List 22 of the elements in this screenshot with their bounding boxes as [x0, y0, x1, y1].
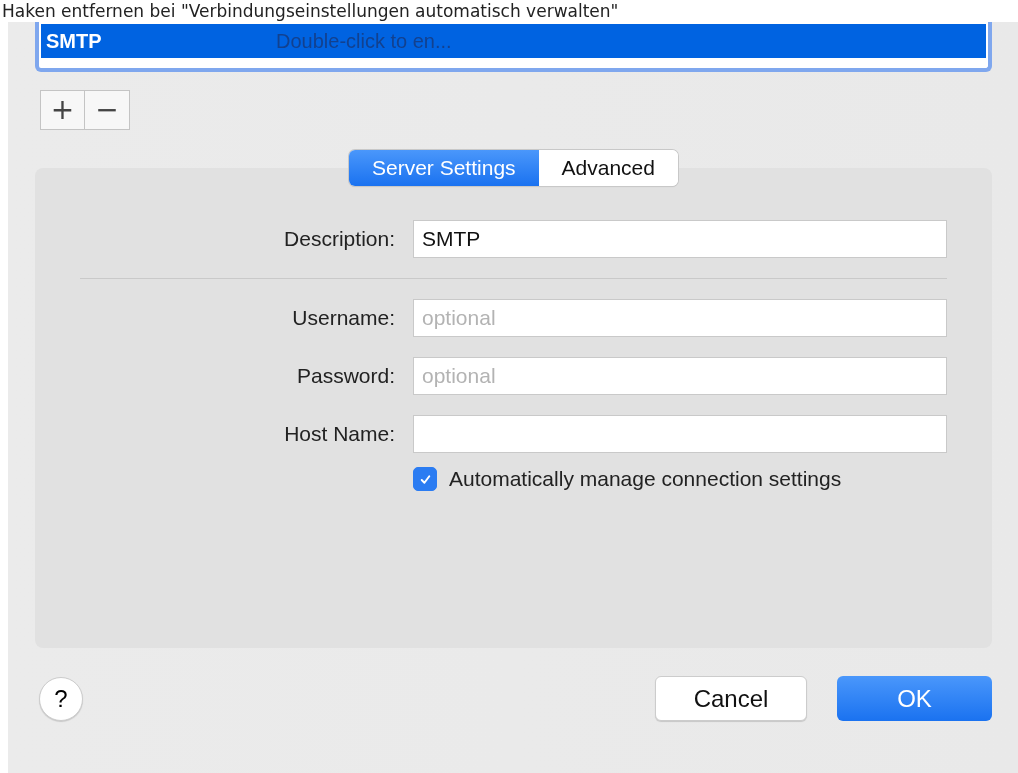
tab[interactable]: Server Settings	[349, 150, 539, 186]
tab[interactable]: Advanced	[538, 150, 678, 186]
input-field[interactable]: optional	[413, 357, 947, 395]
cancel-button[interactable]: Cancel	[655, 676, 807, 721]
server-row[interactable]: SMTP Double-click to en...	[41, 24, 986, 58]
field-label: Host Name:	[283, 422, 395, 446]
remove-button[interactable]: −	[85, 90, 130, 130]
input-field[interactable]: optional	[413, 299, 947, 337]
ok-button[interactable]: OK	[837, 676, 992, 721]
server-name: SMTP	[45, 29, 103, 53]
checkmark-icon	[418, 472, 432, 486]
checkbox[interactable]	[413, 467, 437, 491]
caption-text: Haken entfernen bei "Verbindungseinstellungen automatisch verwalten"	[1, 0, 619, 22]
help-button[interactable]: ?	[39, 676, 83, 721]
field-label: Description:	[283, 227, 395, 251]
field-label: Password:	[295, 364, 395, 388]
field-label: Username:	[291, 306, 395, 330]
server-hint: Double-click to en...	[276, 29, 452, 53]
input-field[interactable]	[413, 415, 947, 453]
add-button[interactable]: +	[40, 90, 85, 130]
input-field[interactable]: SMTP	[413, 220, 947, 258]
checkbox-label: Automatically manage connection settings	[449, 467, 842, 491]
